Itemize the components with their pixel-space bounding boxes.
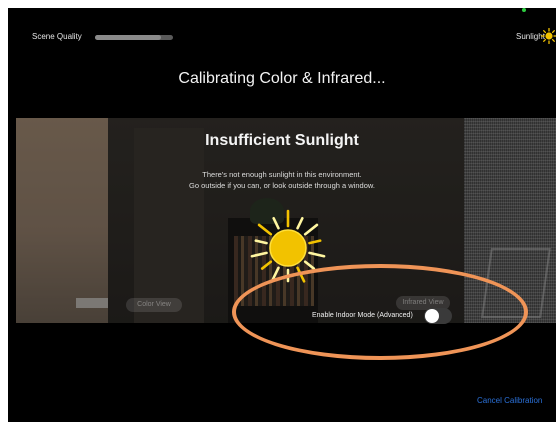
status-indicator-dot — [522, 8, 526, 12]
sun-ray — [303, 260, 316, 270]
insufficient-sunlight-title: Insufficient Sunlight — [205, 132, 359, 149]
sun-ray — [250, 251, 268, 258]
sun-ray — [257, 223, 273, 236]
scene-quality-bar — [95, 35, 173, 40]
sun-ray — [260, 260, 273, 270]
alert-message-line2: Go outside if you can, or look outside t… — [189, 181, 375, 190]
scene-quality-label: Scene Quality — [32, 32, 82, 41]
sun-ray — [308, 251, 326, 258]
cancel-calibration-button[interactable]: Cancel Calibration — [477, 396, 542, 405]
annotation-highlight-ellipse — [232, 264, 528, 360]
alert-message-line1: There's not enough sunlight in this envi… — [202, 170, 362, 179]
sun-ray — [303, 223, 319, 236]
sun-icon — [541, 28, 556, 44]
scene-quality-fill — [95, 35, 162, 40]
sun-ray — [272, 216, 280, 230]
calibration-title: Calibrating Color & Infrared... — [178, 70, 386, 87]
sun-ray — [308, 239, 322, 245]
sun-ray — [296, 216, 304, 230]
color-view-tab[interactable]: Color View — [126, 298, 182, 312]
sun-ray — [254, 239, 268, 245]
calibration-screen: Scene Quality Sunlight Calibrating Color… — [8, 8, 556, 422]
